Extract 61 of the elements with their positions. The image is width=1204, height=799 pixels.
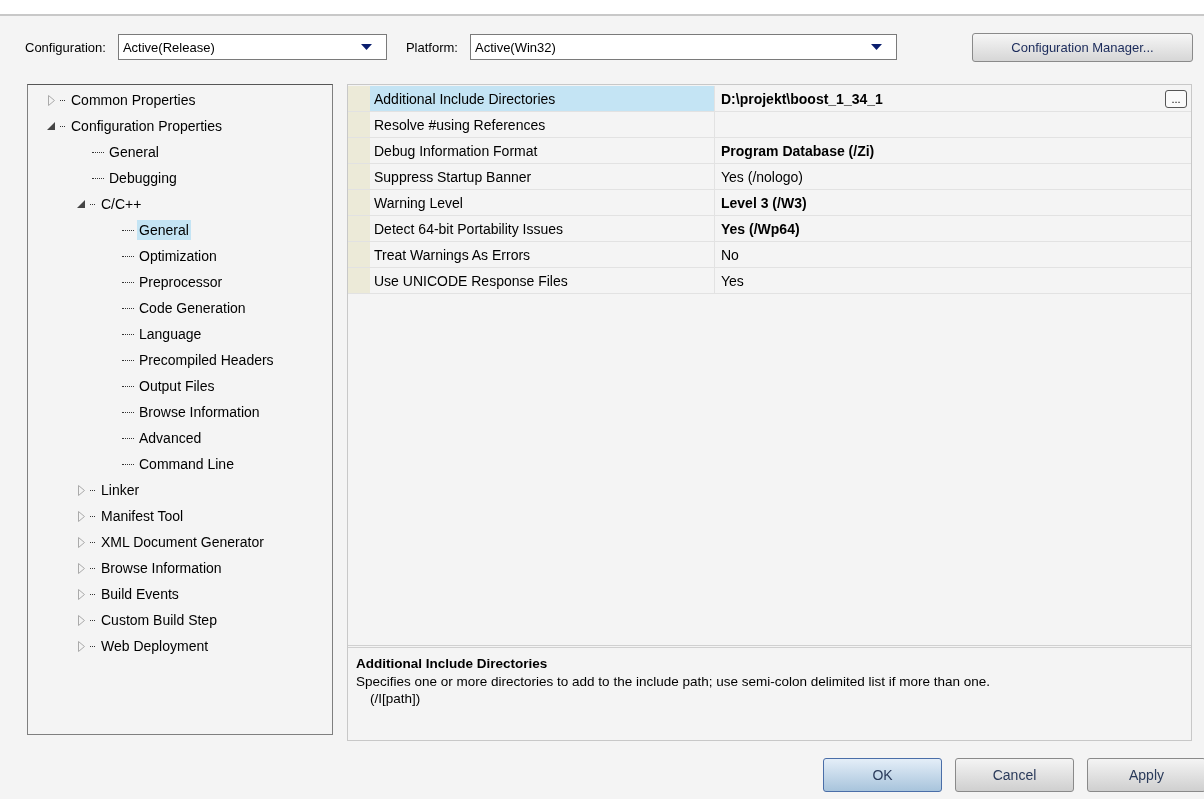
tree-item[interactable]: Browse Information xyxy=(99,558,224,578)
dropdown-caret-icon xyxy=(870,44,882,50)
configuration-label: Configuration: xyxy=(25,39,106,55)
expanded-triangle-icon[interactable] xyxy=(47,122,55,130)
property-name[interactable]: Warning Level xyxy=(370,190,715,215)
tree-item[interactable]: C/C++ xyxy=(99,194,144,214)
collapsed-triangle-icon[interactable] xyxy=(77,562,85,574)
tree-item[interactable]: Debugging xyxy=(107,168,179,188)
tree-item[interactable]: XML Document Generator xyxy=(99,532,266,552)
platform-label: Platform: xyxy=(405,39,458,55)
description-title: Additional Include Directories xyxy=(356,656,549,671)
property-value[interactable]: Level 3 (/W3) xyxy=(721,194,807,211)
expanded-triangle-icon[interactable] xyxy=(77,200,85,208)
tree-item[interactable]: Advanced xyxy=(137,428,204,448)
browse-button[interactable]: ... xyxy=(1165,89,1187,108)
collapsed-triangle-icon[interactable] xyxy=(77,614,85,626)
collapsed-triangle-icon[interactable] xyxy=(47,94,55,106)
property-value[interactable]: Yes (/nologo) xyxy=(721,168,803,185)
tree-item[interactable]: Command Line xyxy=(137,454,236,474)
property-name[interactable]: Suppress Startup Banner xyxy=(370,164,715,189)
collapsed-triangle-icon[interactable] xyxy=(77,510,85,522)
tree-item[interactable]: Code Generation xyxy=(137,298,248,318)
property-value[interactable]: Program Database (/Zi) xyxy=(721,142,875,159)
switch-text: (/I[path]) xyxy=(369,691,422,706)
property-name[interactable]: Debug Information Format xyxy=(370,138,715,163)
property-name[interactable]: Detect 64-bit Portability Issues xyxy=(370,216,715,241)
tree-item[interactable]: Manifest Tool xyxy=(99,506,186,526)
property-value[interactable]: D:\projekt\boost_1_34_1 xyxy=(721,90,883,107)
property-value[interactable]: No xyxy=(721,246,739,263)
property-name[interactable]: Use UNICODE Response Files xyxy=(370,268,715,293)
collapsed-triangle-icon[interactable] xyxy=(77,640,85,652)
property-name[interactable]: Treat Warnings As Errors xyxy=(370,242,715,267)
tree-item[interactable]: Optimization xyxy=(137,246,219,266)
tree-item[interactable]: Custom Build Step xyxy=(99,610,219,630)
property-name[interactable]: Additional Include Directories xyxy=(370,86,715,111)
dialog-button[interactable]: OK xyxy=(823,758,942,792)
tree-item[interactable]: Output Files xyxy=(137,376,217,396)
dialog-button[interactable]: Apply xyxy=(1087,758,1204,792)
dialog-button[interactable]: Cancel xyxy=(955,758,1074,792)
dropdown-caret-icon xyxy=(360,44,372,50)
property-value[interactable]: Yes (/Wp64) xyxy=(721,220,800,237)
tree-item[interactable]: Language xyxy=(137,324,204,344)
tree-item[interactable]: Precompiled Headers xyxy=(137,350,276,370)
tree-item[interactable]: Linker xyxy=(99,480,142,500)
tree-item[interactable]: Build Events xyxy=(99,584,181,604)
tree-item[interactable]: Web Deployment xyxy=(99,636,211,656)
tree-item[interactable]: General xyxy=(107,142,161,162)
property-name[interactable]: Resolve #using References xyxy=(370,112,715,137)
collapsed-triangle-icon[interactable] xyxy=(77,588,85,600)
property-value[interactable]: Yes xyxy=(721,272,744,289)
tree-item[interactable]: Browse Information xyxy=(137,402,262,422)
platform-dropdown[interactable]: Active(Win32) xyxy=(469,34,897,60)
tree-item[interactable]: Common Properties xyxy=(69,90,198,110)
collapsed-triangle-icon[interactable] xyxy=(77,536,85,548)
tree-item[interactable]: General xyxy=(137,220,191,240)
configuration-manager-button[interactable]: Configuration Manager... xyxy=(972,32,1193,62)
description-text: Specifies one or more directories to add to the include path; use semi-colon delimited list if more than one. xyxy=(356,674,992,689)
tree-item[interactable]: Preprocessor xyxy=(137,272,225,292)
tree-item[interactable]: Configuration Properties xyxy=(69,116,224,136)
collapsed-triangle-icon[interactable] xyxy=(77,484,85,496)
configuration-dropdown[interactable]: Active(Release) xyxy=(117,34,387,60)
